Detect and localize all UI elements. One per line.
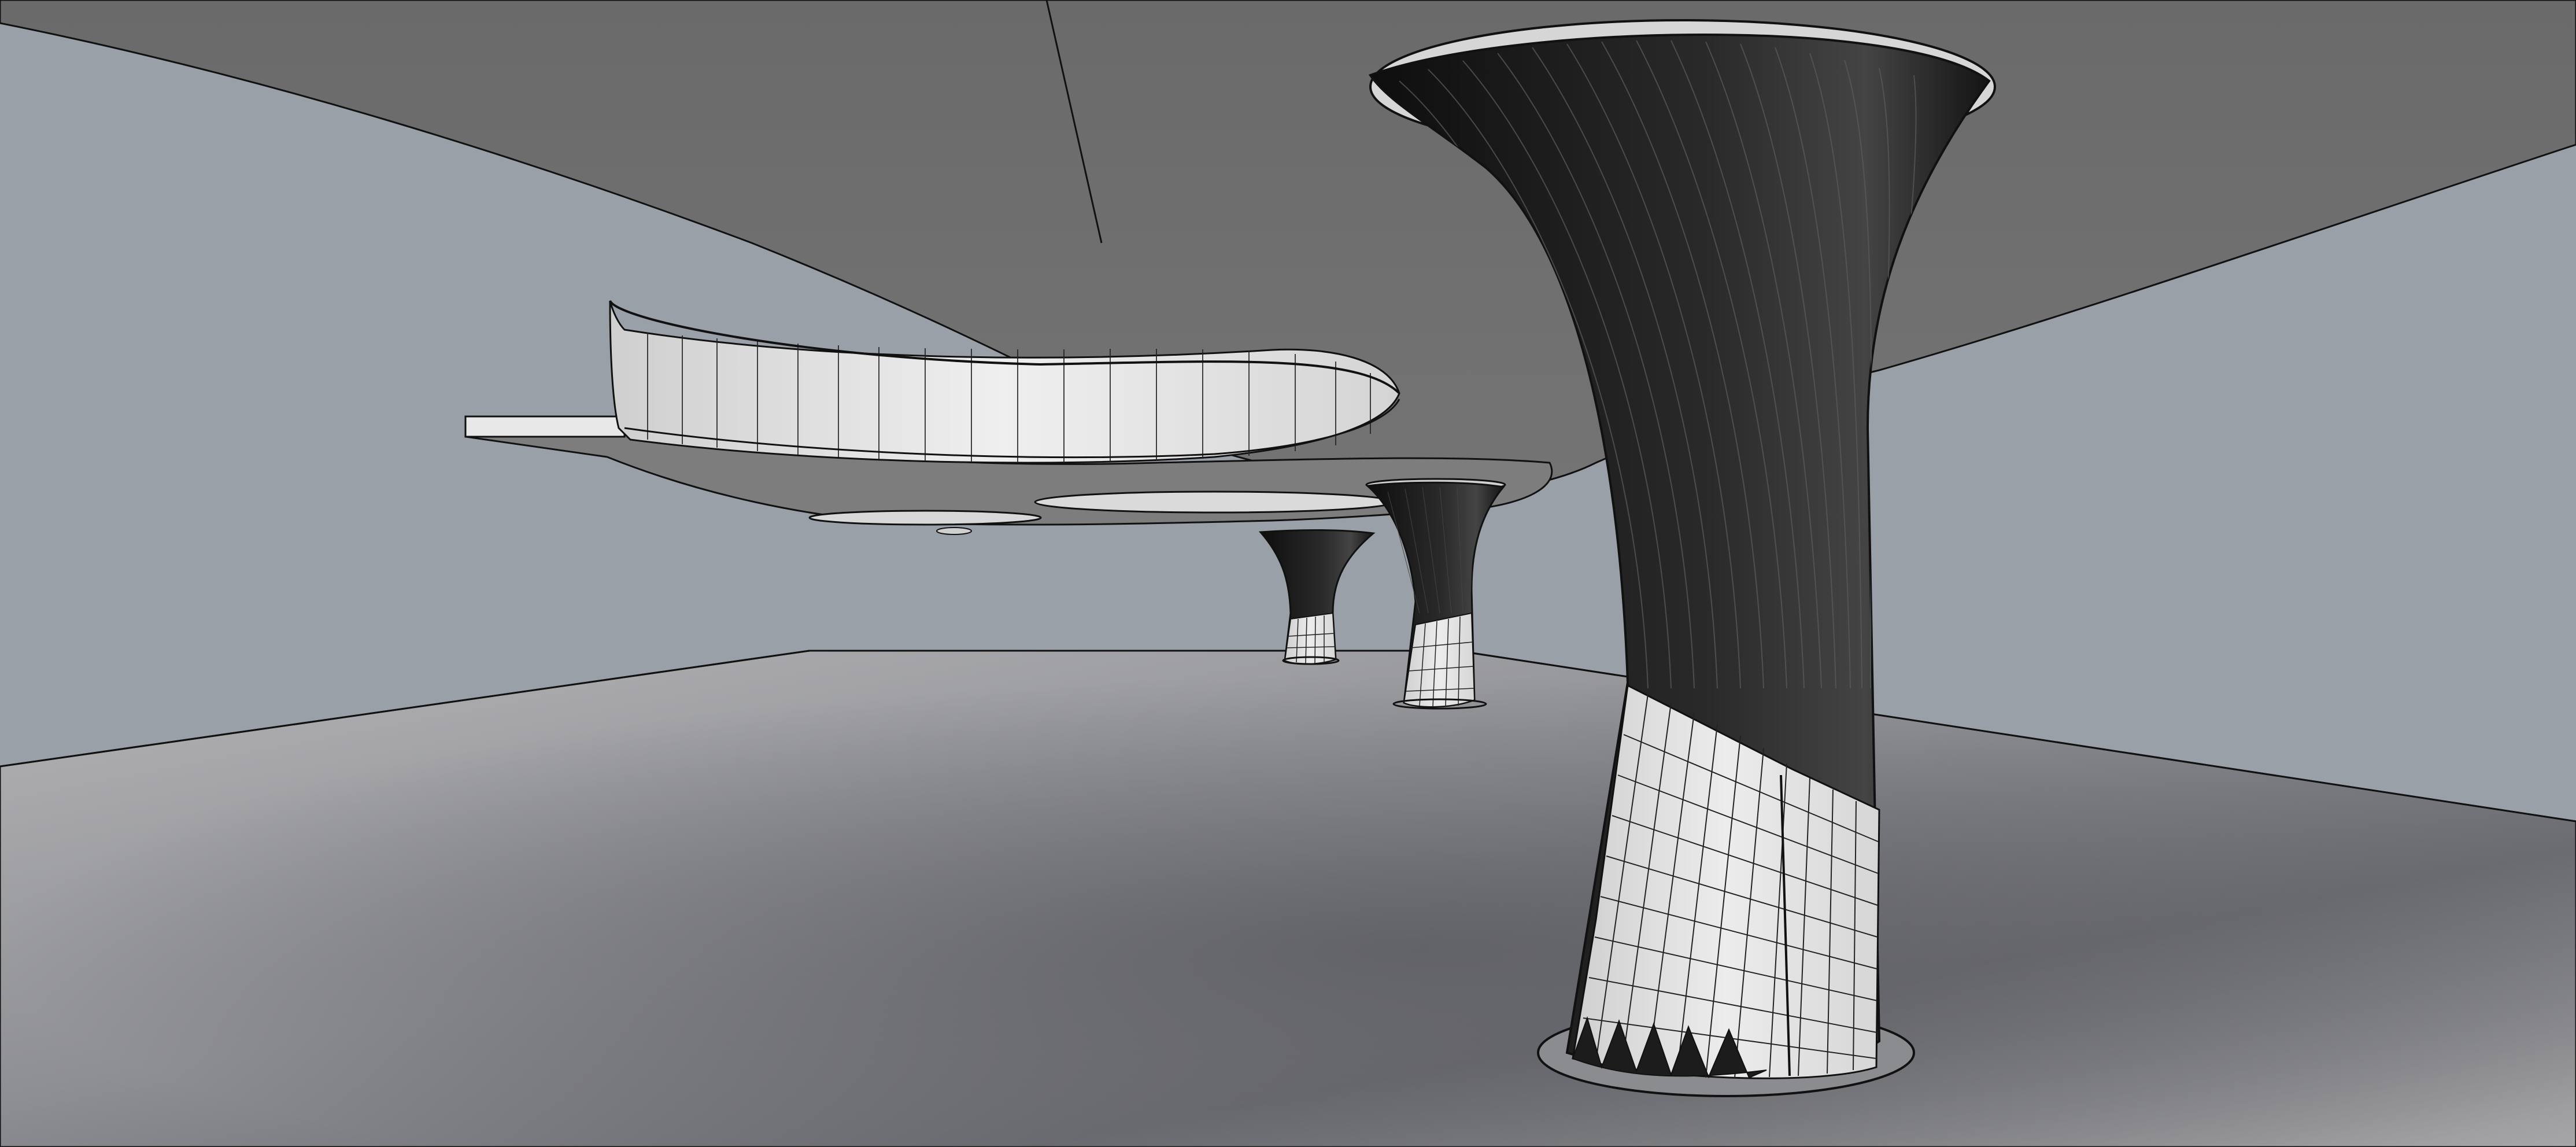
ceiling-opening-1: [808, 510, 1042, 526]
ceiling-opening-3: [936, 527, 972, 535]
balcony-slab-edge: [464, 415, 626, 438]
rhino-viewport[interactable]: [0, 0, 2576, 1147]
ceiling-opening-2: [1034, 490, 1395, 514]
architectural-scene[interactable]: [0, 0, 2576, 1147]
